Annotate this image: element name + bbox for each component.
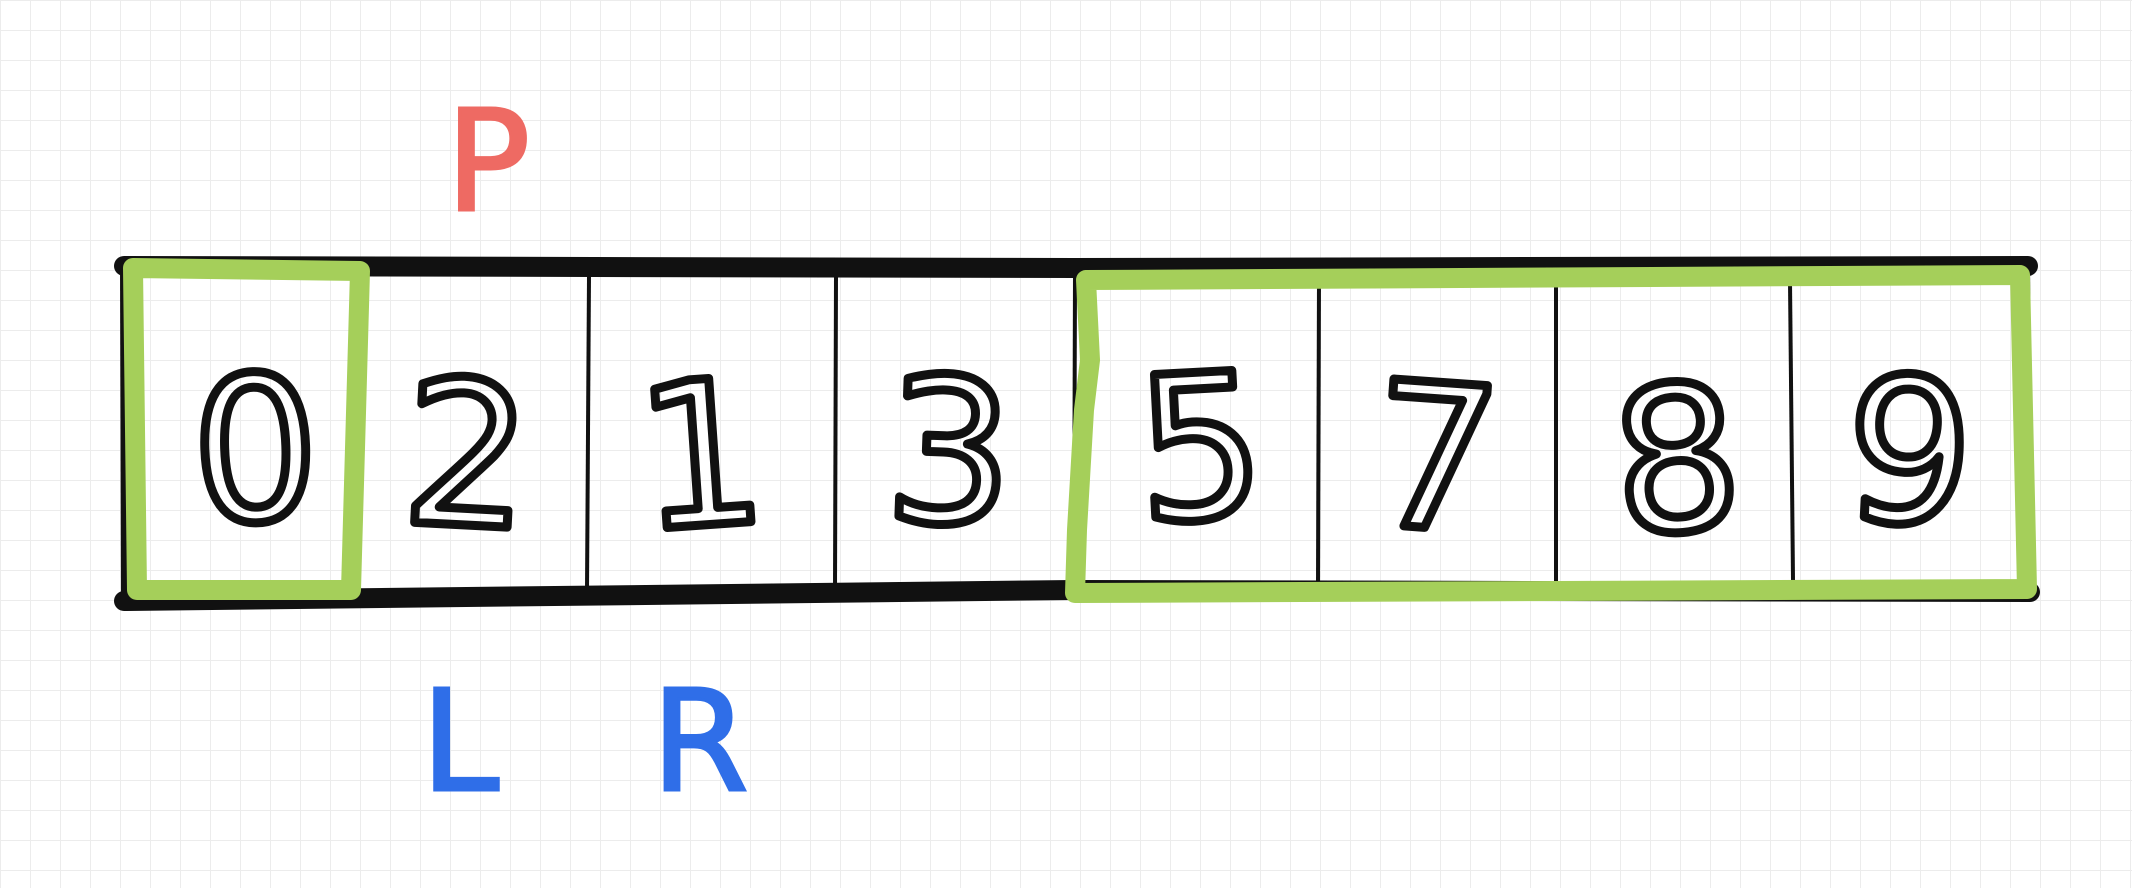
cell-value: 9: [1840, 334, 1979, 573]
cell-divider: [833, 275, 838, 589]
cell-value: 0: [188, 333, 323, 570]
cell-value: 2: [398, 337, 537, 576]
cell-divider: [585, 275, 591, 591]
cell-value: 3: [882, 335, 1017, 572]
pointer-r-label: R: [651, 661, 748, 824]
cell-divider: [1316, 277, 1321, 583]
cell-value: 1: [630, 336, 773, 577]
pointer-l-label: L: [421, 661, 499, 824]
cell-value: 7: [1364, 339, 1507, 580]
cell-value: 8: [1603, 340, 1750, 583]
pointer-p-label: P: [446, 81, 530, 244]
cell-divider: [1788, 281, 1795, 581]
whiteboard-canvas: 0 2 1 3 5 7 8 9 P L R: [114, 80, 2040, 826]
cell-value: 5: [1131, 330, 1270, 569]
